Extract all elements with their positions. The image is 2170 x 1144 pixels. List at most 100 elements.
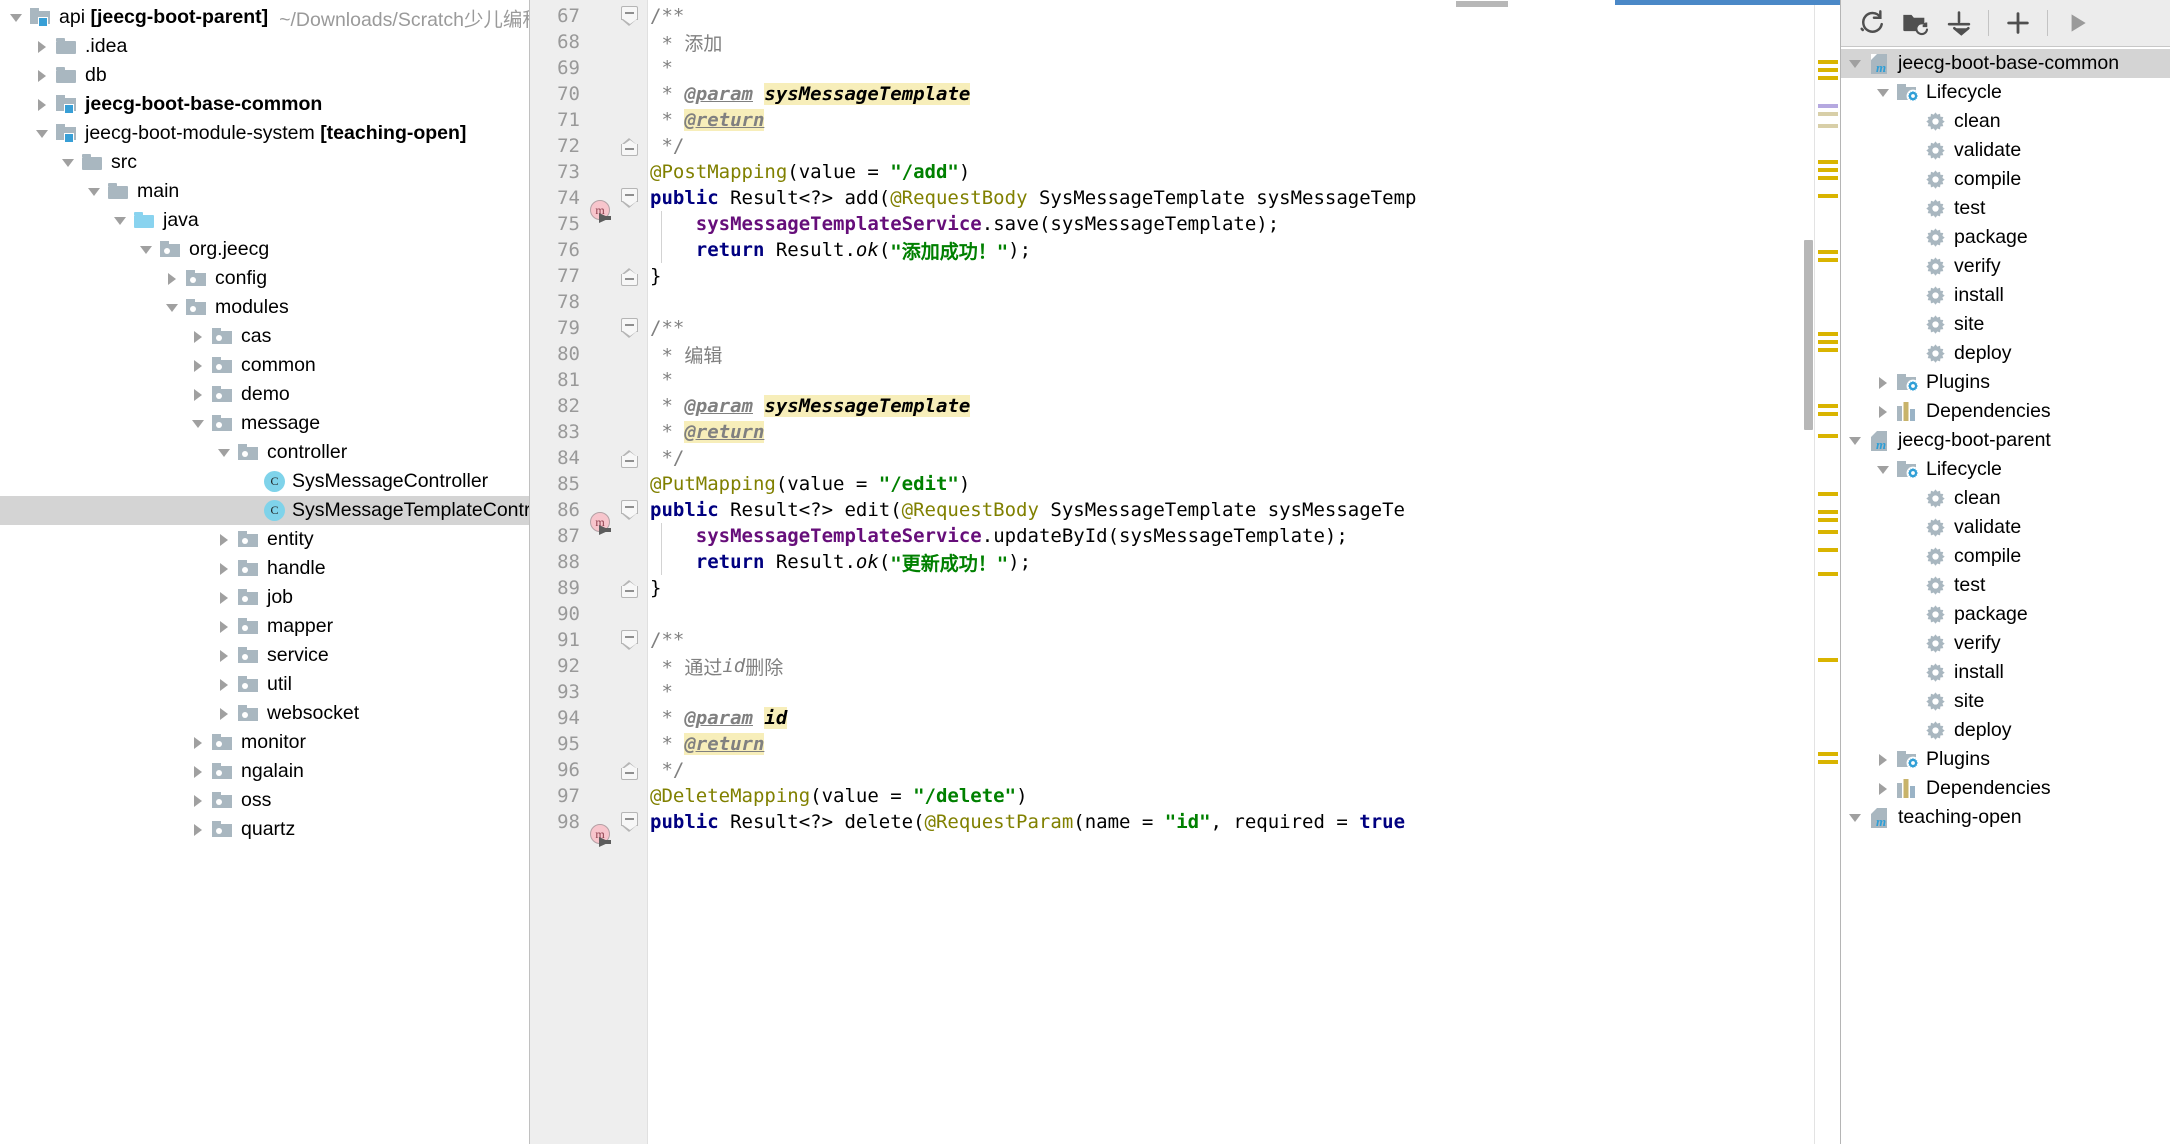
- maven-tree-item-package[interactable]: package: [1841, 600, 2170, 629]
- maven-tree-item-install[interactable]: install: [1841, 658, 2170, 687]
- maven-tree-item-Plugins[interactable]: Plugins: [1841, 745, 2170, 774]
- error-stripe-marker[interactable]: [1818, 176, 1838, 180]
- chevron-right-icon[interactable]: [190, 763, 207, 780]
- chevron-right-icon[interactable]: [190, 792, 207, 809]
- project-tree-item-src[interactable]: src: [0, 148, 529, 177]
- line-number[interactable]: 87: [530, 525, 584, 547]
- code-line[interactable]: /**: [648, 315, 1814, 341]
- line-number[interactable]: 73: [530, 161, 584, 183]
- error-stripe-markers[interactable]: [1814, 0, 1840, 1144]
- run-maven-build-icon[interactable]: [2057, 3, 2097, 43]
- error-stripe-marker[interactable]: [1818, 194, 1838, 198]
- line-number[interactable]: 86: [530, 499, 584, 521]
- error-stripe-marker[interactable]: [1818, 76, 1838, 80]
- project-tree-item-main[interactable]: main: [0, 177, 529, 206]
- chevron-down-icon[interactable]: [216, 444, 233, 461]
- error-stripe-marker[interactable]: [1818, 530, 1838, 534]
- project-tree-item-controller[interactable]: controller: [0, 438, 529, 467]
- chevron-down-icon[interactable]: [138, 241, 155, 258]
- chevron-down-icon[interactable]: [1847, 432, 1864, 449]
- code-fold-end-icon[interactable]: [621, 448, 639, 468]
- line-number[interactable]: 76: [530, 239, 584, 261]
- chevron-down-icon[interactable]: [112, 212, 129, 229]
- project-tree-item-job[interactable]: job: [0, 583, 529, 612]
- line-number[interactable]: 77: [530, 265, 584, 287]
- project-tree-item-quartz[interactable]: quartz: [0, 815, 529, 844]
- chevron-down-icon[interactable]: [1875, 84, 1892, 101]
- project-tree-item-db[interactable]: db: [0, 61, 529, 90]
- code-line[interactable]: *: [648, 679, 1814, 705]
- line-number[interactable]: 83: [530, 421, 584, 443]
- editor-code-content[interactable]: /** * 添加 * * @param sysMessageTemplate *…: [648, 0, 1814, 1144]
- line-number[interactable]: 85: [530, 473, 584, 495]
- code-fold-start-icon[interactable]: [621, 812, 639, 832]
- project-tree-item-java[interactable]: java: [0, 206, 529, 235]
- code-line[interactable]: * @param sysMessageTemplate: [648, 393, 1814, 419]
- generate-sources-icon[interactable]: [1895, 3, 1935, 43]
- chevron-right-icon[interactable]: [34, 38, 51, 55]
- code-line[interactable]: * @return: [648, 731, 1814, 757]
- chevron-down-icon[interactable]: [86, 183, 103, 200]
- project-tree-item-message[interactable]: message: [0, 409, 529, 438]
- project-tool-window[interactable]: api [jeecg-boot-parent] ~/Downloads/Scrat…: [0, 0, 530, 1144]
- maven-tree-item-site[interactable]: site: [1841, 310, 2170, 339]
- line-number[interactable]: 94: [530, 707, 584, 729]
- chevron-right-icon[interactable]: [216, 589, 233, 606]
- code-line[interactable]: */: [648, 757, 1814, 783]
- maven-tree-item-clean[interactable]: clean: [1841, 107, 2170, 136]
- line-number[interactable]: 72: [530, 135, 584, 157]
- maven-tree-item-Lifecycle[interactable]: Lifecycle: [1841, 455, 2170, 484]
- error-stripe-marker[interactable]: [1818, 510, 1838, 514]
- code-fold-start-icon[interactable]: [621, 500, 639, 520]
- project-tree-item-common[interactable]: common: [0, 351, 529, 380]
- maven-tree-item-Dependencies[interactable]: Dependencies: [1841, 774, 2170, 803]
- code-line[interactable]: public Result<?> delete(@RequestParam (na…: [648, 809, 1814, 835]
- maven-tree-item-Plugins[interactable]: Plugins: [1841, 368, 2170, 397]
- code-line[interactable]: * @return: [648, 419, 1814, 445]
- project-tree-item-util[interactable]: util: [0, 670, 529, 699]
- maven-tree-item-Lifecycle[interactable]: Lifecycle: [1841, 78, 2170, 107]
- project-tree-item-api[interactable]: api [jeecg-boot-parent] ~/Downloads/Scrat…: [0, 3, 529, 32]
- line-number[interactable]: 70: [530, 83, 584, 105]
- chevron-right-icon[interactable]: [190, 821, 207, 838]
- error-stripe-marker[interactable]: [1818, 60, 1838, 64]
- maven-tree-item-install[interactable]: install: [1841, 281, 2170, 310]
- line-number[interactable]: 93: [530, 681, 584, 703]
- code-line[interactable]: * @param sysMessageTemplate: [648, 81, 1814, 107]
- code-line[interactable]: */: [648, 133, 1814, 159]
- code-line[interactable]: *: [648, 55, 1814, 81]
- scrollbar-thumb[interactable]: [1804, 240, 1813, 430]
- error-stripe-marker[interactable]: [1818, 124, 1838, 128]
- error-stripe-marker[interactable]: [1818, 348, 1838, 352]
- chevron-right-icon[interactable]: [1875, 403, 1892, 420]
- maven-tree-item-test[interactable]: test: [1841, 194, 2170, 223]
- chevron-right-icon[interactable]: [216, 705, 233, 722]
- code-fold-start-icon[interactable]: [621, 6, 639, 26]
- code-line[interactable]: * 编辑: [648, 341, 1814, 367]
- line-number[interactable]: 96: [530, 759, 584, 781]
- chevron-right-icon[interactable]: [164, 270, 181, 287]
- code-line[interactable]: */: [648, 445, 1814, 471]
- chevron-right-icon[interactable]: [34, 67, 51, 84]
- chevron-down-icon[interactable]: [1847, 55, 1864, 72]
- error-stripe-marker[interactable]: [1818, 112, 1838, 116]
- code-line[interactable]: * 添加: [648, 29, 1814, 55]
- project-tree-item-modules[interactable]: modules: [0, 293, 529, 322]
- line-number[interactable]: 90: [530, 603, 584, 625]
- error-stripe-marker[interactable]: [1818, 434, 1838, 438]
- code-line[interactable]: return Result. ok("更新成功！");: [648, 549, 1814, 575]
- line-number[interactable]: 82: [530, 395, 584, 417]
- error-stripe-marker[interactable]: [1818, 340, 1838, 344]
- maven-tree-item-clean[interactable]: clean: [1841, 484, 2170, 513]
- code-line[interactable]: * @return: [648, 107, 1814, 133]
- error-stripe-marker[interactable]: [1818, 658, 1838, 662]
- maven-tree-item-site[interactable]: site: [1841, 687, 2170, 716]
- line-number[interactable]: 98: [530, 811, 584, 833]
- line-number[interactable]: 71: [530, 109, 584, 131]
- chevron-down-icon[interactable]: [1875, 461, 1892, 478]
- line-number[interactable]: 67: [530, 5, 584, 27]
- horizontal-scrollbar-thumb[interactable]: [1456, 1, 1508, 7]
- chevron-right-icon[interactable]: [190, 357, 207, 374]
- error-stripe-marker[interactable]: [1818, 258, 1838, 262]
- project-tree-item-.idea[interactable]: .idea: [0, 32, 529, 61]
